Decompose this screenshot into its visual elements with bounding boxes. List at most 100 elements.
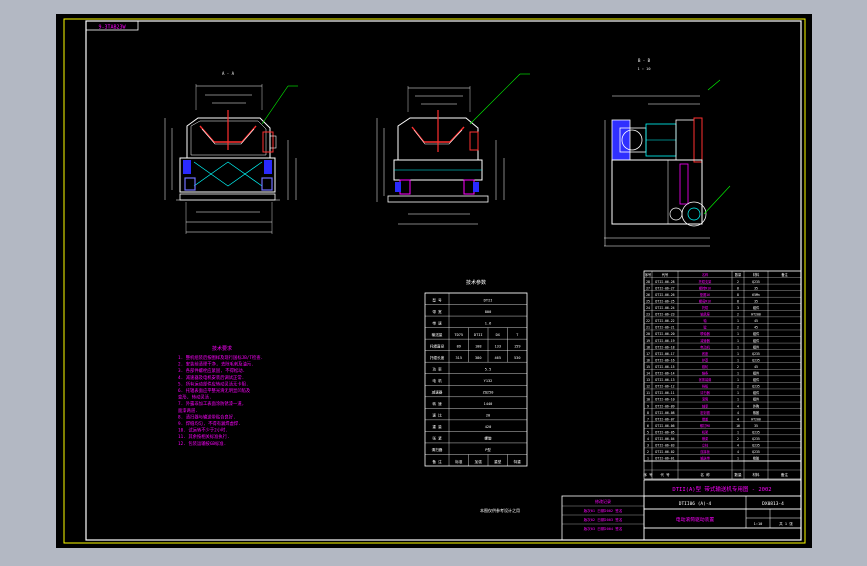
parts-cell: 螺栓M16 [699, 285, 711, 290]
parts-cell: DTII-06-08 [655, 411, 674, 415]
parts-cell: 链条 [702, 371, 709, 376]
parts-cell: DTII-06-16 [655, 358, 674, 362]
parts-cell: 连接板 [700, 449, 710, 454]
note-line: 12. 包装运输按GB标准. [178, 440, 226, 447]
parts-cell: 27 [646, 286, 650, 290]
parts-cell: 10 [646, 398, 650, 402]
drawing-name: 电动滚筒驱动装置 [676, 516, 715, 523]
spec-row-value: 标准 [455, 459, 463, 464]
parts-cell: DTII-06-23 [655, 313, 674, 317]
parts-cell: 45 [754, 326, 758, 330]
parts-cell: 8 [737, 299, 739, 303]
parts-cell: 张紧装置 [699, 377, 712, 382]
parts-cell: 4 [737, 404, 739, 408]
parts-cell: 1 [647, 457, 649, 461]
parts-header-cell: 序号 [645, 272, 651, 277]
parts-cell: 2 [737, 437, 739, 441]
parts-cell: Q235 [752, 358, 760, 362]
note-line: 7. 外露非加工表面涂防锈漆一道, [178, 400, 244, 407]
parts-cell: 24 [646, 306, 650, 310]
parts-cell: 2 [647, 450, 649, 454]
parts-cell: DTII-06-03 [655, 444, 674, 448]
spec-row-value: 加强 [475, 459, 483, 464]
parts-cell: 挡板 [702, 384, 709, 389]
drawing-sheet-count: 共 1 张 [779, 521, 793, 526]
view-3-label: B - B [638, 58, 651, 63]
parts-cell: 4 [737, 450, 739, 454]
parts-cell: 4 [647, 437, 649, 441]
parts-cell: HT200 [751, 417, 761, 421]
spec-row-value: 315 [456, 356, 463, 360]
spec-row-label: 型 号 [432, 297, 442, 302]
note-line: 11. 其余按相关标准执行. [178, 433, 230, 440]
parts-cell: 减速器 [700, 338, 710, 343]
parts-cell: DTII-06-17 [655, 352, 674, 356]
parts-cell: 4 [737, 417, 739, 421]
parts-cell: 4 [737, 411, 739, 415]
note-line: 9. 焊缝均匀, 不得有漏焊虚焊. [178, 420, 241, 427]
parts-cell: 35 [754, 299, 758, 303]
parts-cell: Q235 [752, 430, 760, 434]
parts-cell: 1 [737, 352, 739, 356]
spec-row-value: 螺旋 [484, 436, 492, 441]
parts-cell: 1 [737, 430, 739, 434]
parts-cell: DTII-06-28 [655, 280, 674, 284]
parts-footer-cell: 数量 [734, 472, 742, 477]
spec-row-label: 减速器 [432, 390, 443, 395]
parts-cell: DTII-06-22 [655, 319, 674, 323]
parts-cell: 组件 [753, 338, 760, 343]
spec-row-label: 输送量 [432, 332, 443, 337]
parts-cell: 2 [737, 385, 739, 389]
parts-footer-cell: 备注 [781, 472, 789, 477]
parts-cell: Q235 [752, 280, 760, 284]
parts-cell: Q235 [752, 385, 760, 389]
cad-viewport[interactable]: 9-3TAB23W A - A B - B 1: 10 技术要求 1. 整机组… [0, 0, 867, 562]
parts-cell: DTII-06-27 [655, 286, 674, 290]
parts-cell: DTII-06-26 [655, 293, 674, 297]
parts-cell: 组件 [753, 397, 760, 402]
spec-row-value: 1440 [484, 402, 493, 406]
view-1-label: A - A [222, 71, 235, 76]
parts-cell: 1 [737, 339, 739, 343]
parts-cell: 端盖 [702, 416, 709, 421]
parts-cell: 25 [646, 299, 650, 303]
parts-cell: DTII-06-07 [655, 417, 674, 421]
parts-cell: 联轴器 [700, 331, 710, 336]
parts-cell: 7 [647, 417, 649, 421]
spec-table-title: 技术参数 [466, 279, 486, 286]
drawing-scale: 1:10 [754, 522, 763, 526]
parts-cell: 1 [737, 378, 739, 382]
parts-cell: 1 [737, 358, 739, 362]
parts-cell: 1 [737, 332, 739, 336]
parts-cell: DTII-06-06 [655, 424, 674, 428]
spec-row-value: Y132 [484, 379, 493, 383]
parts-cell: 8 [737, 286, 739, 290]
spec-row-label: 备 注 [432, 459, 442, 464]
parts-cell: 托辊 [702, 305, 709, 310]
note-line: 面漆两道. [178, 407, 198, 414]
cad-drawing: 9-3TAB23W A - A B - B 1: 10 技术要求 1. 整机组… [56, 14, 812, 548]
parts-cell: 2 [737, 365, 739, 369]
parts-cell: 清扫器 [700, 390, 710, 395]
parts-cell: 组件 [753, 305, 760, 310]
parts-cell: 8 [737, 293, 739, 297]
parts-cell: 45 [754, 365, 758, 369]
spec-row-label: 电 机 [432, 378, 442, 383]
spec-row-value: 1.6 [485, 321, 492, 325]
parts-cell: DTII-06-11 [655, 391, 674, 395]
note-line: 8. 清扫器与输送带贴合良好. [178, 413, 236, 420]
parts-cell: 16 [736, 424, 740, 428]
parts-cell: 26 [646, 293, 650, 297]
parts-cell: Q235 [752, 450, 760, 454]
parts-cell: DTII-06-01 [655, 457, 674, 461]
parts-cell: DTII-06-05 [655, 430, 674, 434]
parts-cell: DTII-06-18 [655, 345, 674, 349]
parts-cell: DTII-06-14 [655, 372, 674, 376]
parts-header-cell: 材料 [753, 272, 760, 277]
parts-cell: Q235 [752, 352, 760, 356]
title-line: DTII(A)型 带式输送机专用图 - 2002 [672, 485, 771, 493]
parts-cell: DTII-06-09 [655, 404, 674, 408]
parts-cell: 轴承 [702, 403, 709, 408]
parts-cell: DTII-06-02 [655, 450, 674, 454]
parts-cell: 机架 [702, 429, 709, 434]
